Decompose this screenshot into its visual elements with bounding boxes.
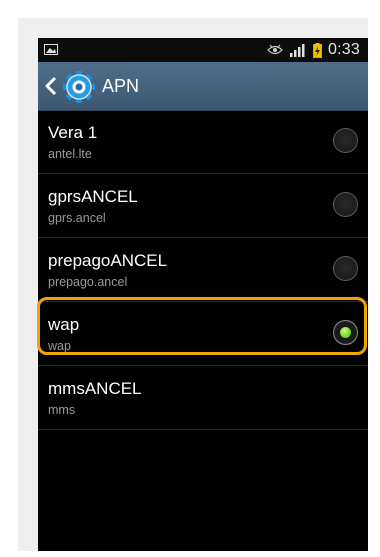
radio-button[interactable] <box>333 192 358 217</box>
apn-name: Vera 1 <box>48 123 98 142</box>
battery-charging-icon <box>313 42 323 58</box>
radio-button[interactable] <box>333 256 358 281</box>
apn-address: antel.lte <box>48 147 92 161</box>
apn-name: wap <box>48 315 80 334</box>
image-notification-icon <box>44 44 58 55</box>
apn-name: prepagoANCEL <box>48 251 168 270</box>
apn-address: prepago.ancel <box>48 275 128 289</box>
signal-icon <box>290 44 305 57</box>
eye-icon <box>267 44 283 55</box>
apn-item-mmsancel[interactable]: mmsANCEL mms <box>38 366 368 430</box>
apn-address: gprs.ancel <box>48 211 106 225</box>
apn-name: mmsANCEL <box>48 379 142 398</box>
apn-address: mms <box>48 403 76 417</box>
chevron-left-icon[interactable] <box>44 76 58 96</box>
action-bar: APN <box>38 62 368 111</box>
apn-name: gprsANCEL <box>48 187 138 206</box>
phone-screen: 0:33 APN Vera 1 antel.lte gprsANCEL gprs… <box>38 38 368 551</box>
apn-list: Vera 1 antel.lte gprsANCEL gprs.ancel pr… <box>38 110 368 430</box>
status-time: 0:33 <box>328 41 360 58</box>
radio-button[interactable] <box>333 128 358 153</box>
status-bar: 0:33 <box>38 38 368 62</box>
apn-item-prepagoancel[interactable]: prepagoANCEL prepago.ancel <box>38 238 368 302</box>
apn-item-vera-1[interactable]: Vera 1 antel.lte <box>38 110 368 174</box>
status-icons: 0:33 <box>267 41 360 59</box>
radio-button-selected[interactable] <box>333 320 358 345</box>
apn-item-gprsancel[interactable]: gprsANCEL gprs.ancel <box>38 174 368 238</box>
page-title: APN <box>102 76 140 96</box>
apn-address: wap <box>48 339 71 353</box>
apn-item-wap[interactable]: wap wap <box>38 302 368 366</box>
settings-gear-icon[interactable] <box>62 70 96 104</box>
radio-selected-dot <box>340 327 351 338</box>
